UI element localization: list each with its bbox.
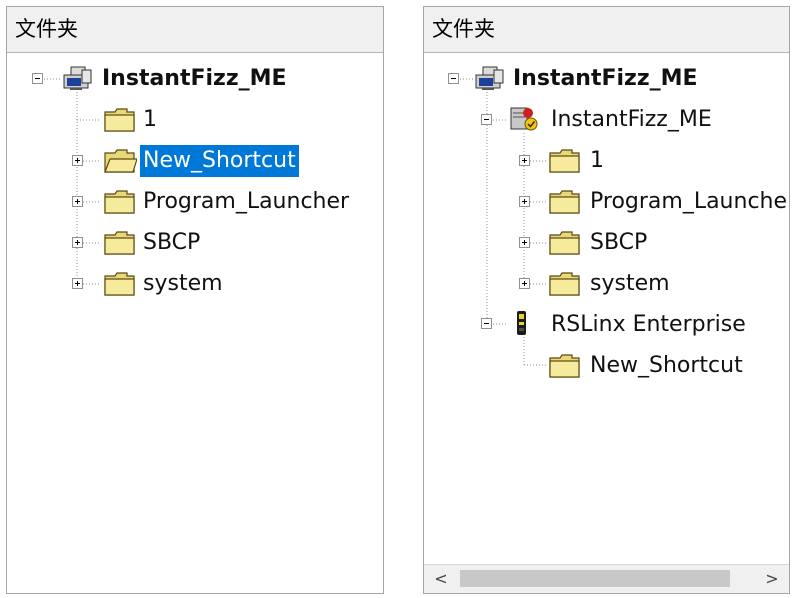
tree-item-sbcp[interactable]: SBCP xyxy=(140,227,203,259)
scrollbar-thumb[interactable] xyxy=(460,570,730,587)
folder-icon xyxy=(549,190,580,214)
expand-toggle[interactable] xyxy=(519,155,530,166)
expand-toggle[interactable] xyxy=(72,278,83,289)
folders-pane-right: 文件夹 InstantFizz_ME InstantFizz_ME 1 Prog… xyxy=(423,6,790,594)
scroll-right-icon[interactable]: > xyxy=(759,565,785,593)
folder-icon xyxy=(549,354,580,378)
project-icon xyxy=(475,66,504,91)
folder-icon xyxy=(549,272,580,296)
project-icon xyxy=(63,66,92,91)
tree-item-sbcp[interactable]: SBCP xyxy=(587,227,650,259)
folder-icon xyxy=(104,272,135,296)
folder-icon xyxy=(549,231,580,255)
tree-item-new-shortcut[interactable]: New_Shortcut xyxy=(587,350,746,382)
horizontal-scrollbar[interactable]: < > xyxy=(424,564,789,593)
expand-toggle[interactable] xyxy=(72,155,83,166)
folders-pane-left: 文件夹 InstantFizz_ME 1 New_Shortcut Progra… xyxy=(6,6,384,594)
tree-item-1[interactable]: 1 xyxy=(140,104,160,136)
pane-header: 文件夹 xyxy=(7,7,383,53)
folder-icon xyxy=(549,149,580,173)
tree-item-new-shortcut[interactable]: New_Shortcut xyxy=(140,145,299,177)
expand-toggle[interactable] xyxy=(519,278,530,289)
folder-tree: InstantFizz_ME 1 New_Shortcut Program_La… xyxy=(7,53,383,588)
expand-toggle[interactable] xyxy=(519,237,530,248)
tree-item-rslinx-enterprise[interactable]: RSLinx Enterprise xyxy=(548,309,749,341)
collapse-toggle[interactable] xyxy=(481,114,492,125)
collapse-toggle[interactable] xyxy=(32,73,43,84)
tree-item-instantfizz-me[interactable]: InstantFizz_ME xyxy=(99,63,290,95)
tree-item-program-launcher[interactable]: Program_Launche xyxy=(587,186,789,218)
expand-toggle[interactable] xyxy=(72,237,83,248)
tree-item-instantfizz-me[interactable]: InstantFizz_ME xyxy=(510,63,701,95)
pane-header: 文件夹 xyxy=(424,7,789,53)
folder-icon xyxy=(104,231,135,255)
tree-item-1[interactable]: 1 xyxy=(587,145,607,177)
rslinx-icon xyxy=(517,311,526,335)
tree-item-instantfizz-me-app[interactable]: InstantFizz_ME xyxy=(548,104,715,136)
tree-item-system[interactable]: system xyxy=(587,268,673,300)
collapse-toggle[interactable] xyxy=(448,73,459,84)
expand-toggle[interactable] xyxy=(72,196,83,207)
tree-item-system[interactable]: system xyxy=(140,268,226,300)
folder-open-icon xyxy=(104,149,137,173)
folder-icon xyxy=(104,108,135,132)
folder-icon xyxy=(104,190,135,214)
folder-tree: InstantFizz_ME InstantFizz_ME 1 Program_… xyxy=(424,53,789,588)
tree-item-program-launcher[interactable]: Program_Launcher xyxy=(140,186,352,218)
application-server-icon xyxy=(510,107,538,131)
collapse-toggle[interactable] xyxy=(481,318,492,329)
expand-toggle[interactable] xyxy=(519,196,530,207)
scroll-left-icon[interactable]: < xyxy=(428,565,454,593)
